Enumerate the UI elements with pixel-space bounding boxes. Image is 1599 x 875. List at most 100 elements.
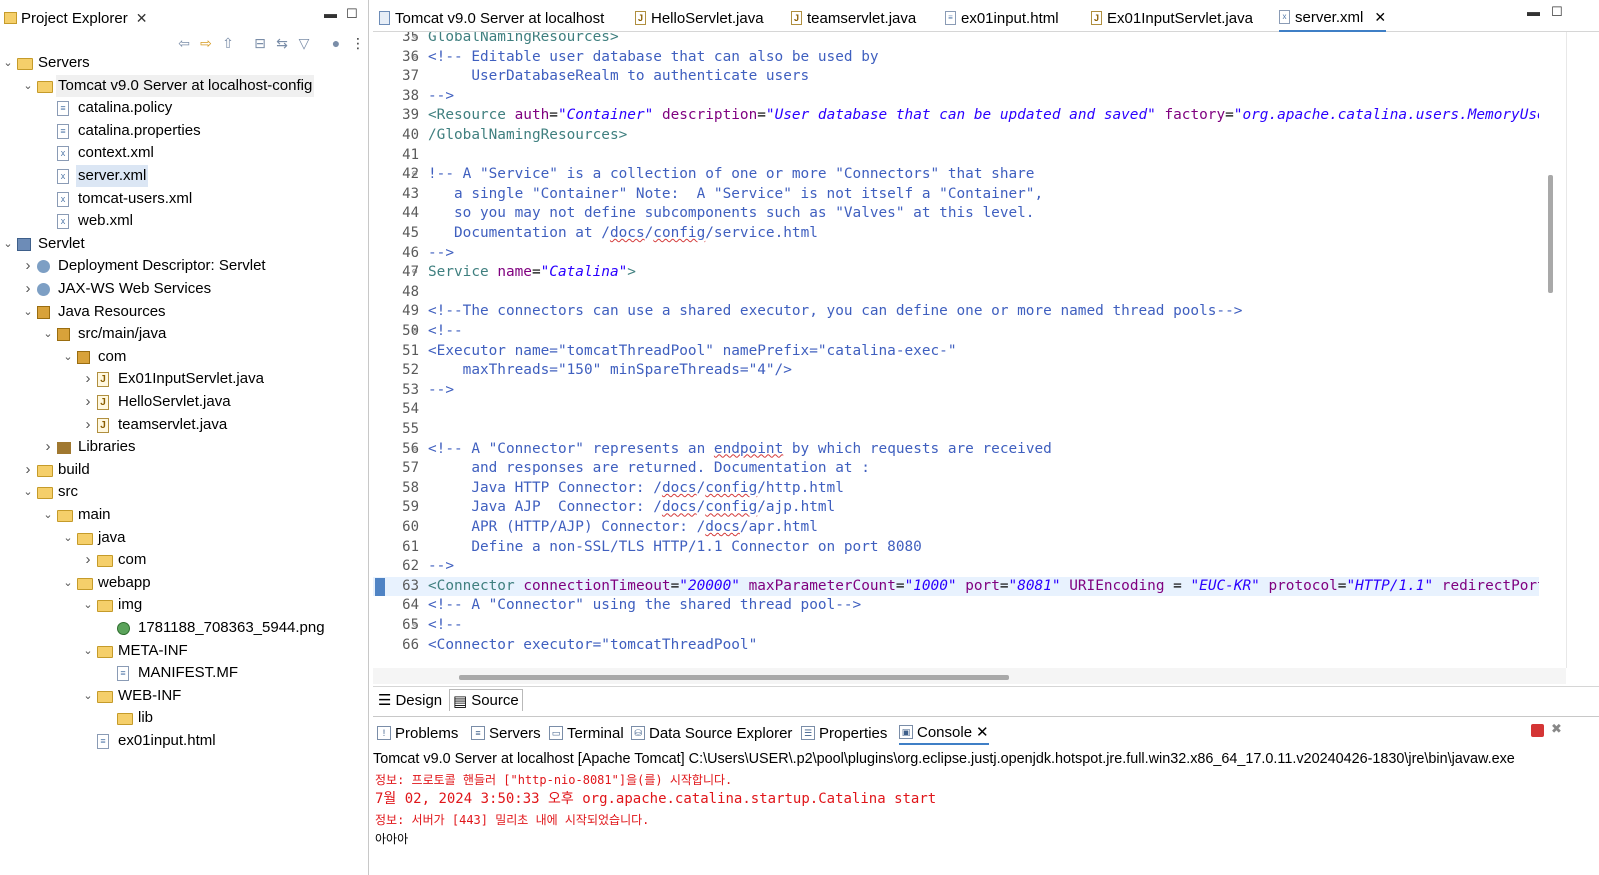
remove-launch-icon[interactable]: ✖ <box>1551 721 1562 737</box>
code-line[interactable]: 41 <box>373 146 1539 166</box>
chevron-down-icon[interactable]: ⌄ <box>2 52 14 74</box>
code-line[interactable]: 60 APR (HTTP/AJP) Connector: /docs/apr.h… <box>373 518 1539 538</box>
terminate-icon[interactable] <box>1531 724 1544 737</box>
collapse-all-icon[interactable]: ⊟ <box>252 35 268 51</box>
code-line[interactable]: 56 ⊖ <!-- A "Connector" represents an endp… <box>373 440 1539 460</box>
chevron-right-icon[interactable]: › <box>82 549 94 571</box>
editor-tab[interactable]: ≡ ex01input.html <box>945 4 1059 32</box>
editor-tab[interactable]: x server.xml ✕ <box>1279 4 1387 32</box>
code-line[interactable]: 45 Documentation at /docs/config/service… <box>373 224 1539 244</box>
tree-item[interactable]: ⌄ main <box>0 504 369 527</box>
chevron-right-icon[interactable]: › <box>22 459 34 481</box>
code-line[interactable]: 53 --> <box>373 381 1539 401</box>
tree-item[interactable]: › build <box>0 459 369 482</box>
tree-item[interactable]: ⌄ java <box>0 527 369 550</box>
chevron-down-icon[interactable]: ⌄ <box>22 75 34 97</box>
forward-icon[interactable]: ⇨ <box>198 35 214 51</box>
tree-item[interactable]: ⌄ src <box>0 481 369 504</box>
code-line[interactable]: 57 and responses are returned. Documenta… <box>373 459 1539 479</box>
fold-toggle-icon[interactable]: ⊖ <box>412 263 417 283</box>
source-editor[interactable]: 35 ⊖ GlobalNamingResources> 36 ⊖ <!-- Editabl… <box>373 32 1539 668</box>
chevron-down-icon[interactable]: ⌄ <box>22 481 34 503</box>
tree-item[interactable]: ⌄ com <box>0 346 369 369</box>
tree-item[interactable]: x tomcat-users.xml <box>0 188 369 211</box>
chevron-down-icon[interactable]: ⌄ <box>2 233 14 255</box>
editor-tab[interactable]: J Ex01InputServlet.java <box>1091 4 1253 32</box>
code-line[interactable]: 50 ⊖ <!-- <box>373 322 1539 342</box>
tree-item[interactable]: x context.xml <box>0 142 369 165</box>
chevron-right-icon[interactable]: › <box>22 255 34 277</box>
tree-item[interactable]: x web.xml <box>0 210 369 233</box>
tree-item[interactable]: ⌄ Servers <box>0 52 369 75</box>
chevron-down-icon[interactable]: ⌄ <box>62 346 74 368</box>
code-line[interactable]: 65 ⊖ <!-- <box>373 616 1539 636</box>
tree-item[interactable]: ⌄ webapp <box>0 572 369 595</box>
tree-item[interactable]: › Libraries <box>0 436 369 459</box>
tab-data-source-explorer[interactable]: ⛁ Data Source Explorer <box>631 721 792 745</box>
editor-minimize-icon[interactable]: ▬ <box>1527 4 1540 19</box>
code-line[interactable]: 42 ⊖ !-- A "Service" is a collection of on… <box>373 165 1539 185</box>
horizontal-scrollbar[interactable] <box>373 668 1566 684</box>
code-line[interactable]: 39 <Resource auth="Container" description… <box>373 106 1539 126</box>
tab-servers[interactable]: ≡ Servers <box>471 721 541 745</box>
tree-item[interactable]: › JAX-WS Web Services <box>0 278 369 301</box>
close-icon[interactable]: ✕ <box>976 723 989 741</box>
chevron-down-icon[interactable]: ⌄ <box>82 640 94 662</box>
fold-toggle-icon[interactable]: ⊖ <box>412 440 417 460</box>
tab-source[interactable]: ▤ Source <box>449 689 523 711</box>
code-line[interactable]: 49 <!--The connectors can use a shared ex… <box>373 302 1539 322</box>
tab-properties[interactable]: ☰ Properties <box>801 721 887 745</box>
tree-item[interactable]: ⌄ META-INF <box>0 640 369 663</box>
code-line[interactable]: 37 UserDatabaseRealm to authenticate use… <box>373 67 1539 87</box>
tab-problems[interactable]: ! Problems <box>377 721 458 745</box>
maximize-icon[interactable]: ☐ <box>346 6 358 22</box>
tree-item[interactable]: › J HelloServlet.java <box>0 391 369 414</box>
chevron-down-icon[interactable]: ⌄ <box>22 301 34 323</box>
code-line[interactable]: 46 --> <box>373 244 1539 264</box>
tree-item[interactable]: ⌄ img <box>0 594 369 617</box>
chevron-down-icon[interactable]: ⌄ <box>62 572 74 594</box>
fold-toggle-icon[interactable]: ⊖ <box>412 32 417 48</box>
code-line[interactable]: 63 <Connector connectionTimeout="20000" m… <box>373 576 1539 597</box>
code-line[interactable]: 51 <Executor name="tomcatThreadPool" name… <box>373 342 1539 362</box>
view-menu-icon[interactable]: ⋮ <box>350 35 366 51</box>
minimize-icon[interactable]: ▬ <box>324 6 337 21</box>
code-line[interactable]: 43 a single "Container" Note: A "Service… <box>373 185 1539 205</box>
chevron-right-icon[interactable]: › <box>82 391 94 413</box>
code-line[interactable]: 47 ⊖ Service name="Catalina"> <box>373 263 1539 283</box>
link-with-editor-icon[interactable]: ⇆ <box>274 35 290 51</box>
code-line[interactable]: 44 so you may not define subcomponents s… <box>373 204 1539 224</box>
tree-item[interactable]: ⌄ src/main/java <box>0 323 369 346</box>
chevron-right-icon[interactable]: › <box>82 368 94 390</box>
tree-item[interactable]: ≡ MANIFEST.MF <box>0 662 369 685</box>
editor-maximize-icon[interactable]: ☐ <box>1551 4 1563 20</box>
fold-toggle-icon[interactable]: ⊖ <box>412 616 417 636</box>
chevron-right-icon[interactable]: › <box>82 414 94 436</box>
chevron-down-icon[interactable]: ⌄ <box>42 504 54 526</box>
chevron-down-icon[interactable]: ⌄ <box>62 527 74 549</box>
chevron-down-icon[interactable]: ⌄ <box>82 594 94 616</box>
tree-item[interactable]: lib <box>0 707 369 730</box>
vertical-scrollbar-thumb[interactable] <box>1548 175 1553 293</box>
code-line[interactable]: 58 Java HTTP Connector: /docs/config/htt… <box>373 479 1539 499</box>
code-line[interactable]: 35 ⊖ GlobalNamingResources> <box>373 32 1539 48</box>
tree-item[interactable]: ⌄ WEB-INF <box>0 685 369 708</box>
chevron-down-icon[interactable]: ⌄ <box>42 323 54 345</box>
code-line[interactable]: 59 Java AJP Connector: /docs/config/ajp.… <box>373 498 1539 518</box>
horizontal-scrollbar-thumb[interactable] <box>459 675 1009 680</box>
tree-item[interactable]: › Jteamservlet.java <box>0 414 369 437</box>
code-line[interactable]: 40/GlobalNamingResources> <box>373 126 1539 146</box>
tab-design[interactable]: ☰ Design <box>375 689 445 711</box>
code-line[interactable]: 38 --> <box>373 87 1539 107</box>
tree-item[interactable]: ≡ catalina.policy <box>0 97 369 120</box>
code-line[interactable]: 64 <!-- A "Connector" using the shared th… <box>373 596 1539 616</box>
tab-project-explorer[interactable]: Project Explorer ✕ <box>0 4 156 30</box>
tree-item[interactable]: 1781188_708363_5944.png <box>0 617 369 640</box>
fold-toggle-icon[interactable]: ⊖ <box>412 48 417 68</box>
tree-item[interactable]: › com <box>0 549 369 572</box>
code-line[interactable]: 55 <box>373 420 1539 440</box>
tree-item[interactable]: x server.xml <box>0 165 369 188</box>
tab-console[interactable]: ▣ Console ✕ <box>899 721 989 745</box>
filter-icon[interactable]: ▽ <box>296 35 312 51</box>
tree-item[interactable]: › J Ex01InputServlet.java <box>0 368 369 391</box>
